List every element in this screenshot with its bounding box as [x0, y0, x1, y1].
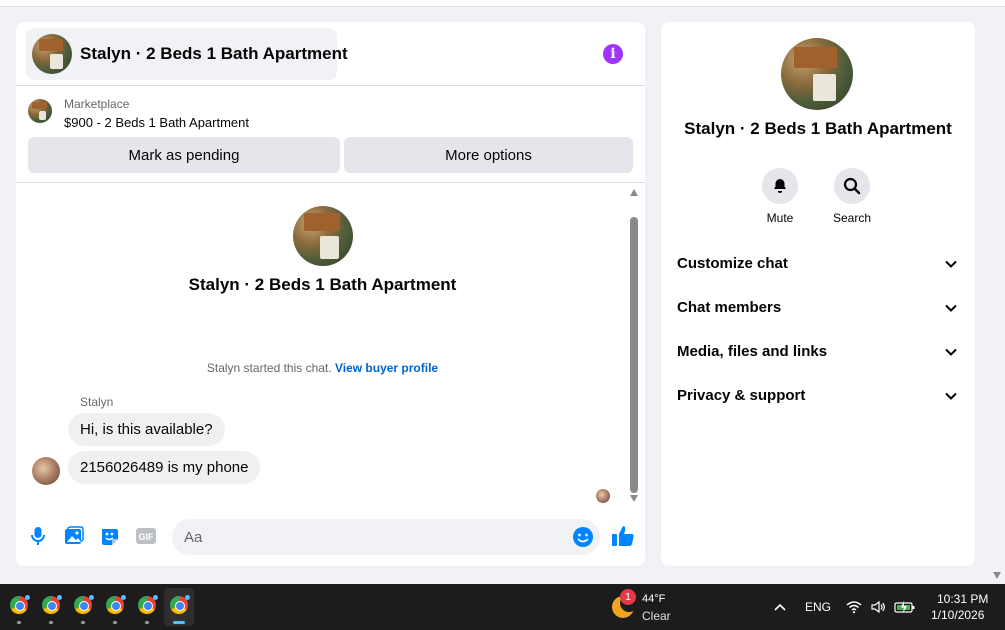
menu-chat-members[interactable]: Chat members: [661, 285, 975, 329]
windows-taskbar: 1 44°F Clear ENG 10:31 PM 1/10/2026: [0, 584, 1005, 630]
search-label: Search: [832, 211, 872, 225]
taskbar-chrome-app[interactable]: [4, 588, 34, 626]
weather-badge: 1: [620, 589, 636, 605]
sender-avatar[interactable]: [32, 457, 60, 485]
running-indicator: [173, 621, 185, 624]
chat-details-panel: Stalyn · 2 Beds 1 Bath Apartment Mute Se…: [661, 22, 975, 566]
more-options-button[interactable]: More options: [344, 137, 633, 173]
intro-title: Stalyn · 2 Beds 1 Bath Apartment: [188, 275, 457, 294]
taskbar-chrome-app[interactable]: [100, 588, 130, 626]
chat-title: Stalyn · 2 Beds 1 Bath Apartment: [80, 44, 348, 63]
bell-icon[interactable]: [762, 168, 798, 204]
taskbar-chrome-app-active[interactable]: [164, 588, 194, 626]
clock-date[interactable]: 1/10/2026: [931, 608, 984, 622]
search-icon[interactable]: [834, 168, 870, 204]
battery-charging-icon[interactable]: [894, 599, 916, 615]
running-indicator: [113, 621, 117, 624]
sticker-icon[interactable]: [99, 525, 121, 547]
gif-icon[interactable]: GIF: [135, 525, 157, 547]
started-text: Stalyn started this chat.: [206, 361, 332, 375]
emoji-icon[interactable]: [572, 526, 594, 548]
message-bubble[interactable]: 2156026489 is my phone: [68, 451, 261, 484]
info-icon[interactable]: i: [603, 44, 623, 64]
marketplace-banner: Marketplace $900 - 2 Beds 1 Bath Apartme…: [16, 87, 645, 183]
message-input[interactable]: [172, 519, 552, 555]
scroll-thumb[interactable]: [630, 217, 638, 493]
menu-label: Customize chat: [677, 254, 788, 272]
chevron-up-icon[interactable]: [772, 599, 788, 615]
notification-dot: [153, 595, 158, 600]
weather-condition[interactable]: Clear: [642, 609, 671, 623]
chevron-down-icon: [945, 304, 957, 312]
chat-title-button[interactable]: Stalyn · 2 Beds 1 Bath Apartment: [26, 28, 348, 80]
volume-icon[interactable]: [870, 599, 886, 615]
scroll-up-arrow[interactable]: [630, 189, 638, 196]
chat-started-notice: Stalyn started this chat. View buyer pro…: [16, 361, 629, 375]
microphone-icon[interactable]: [27, 525, 49, 547]
listing-title[interactable]: $900 - 2 Beds 1 Bath Apartment: [64, 115, 249, 130]
notification-dot: [89, 595, 94, 600]
mute-button[interactable]: Mute: [750, 168, 810, 225]
taskbar-chrome-app[interactable]: [36, 588, 66, 626]
running-indicator: [49, 621, 53, 624]
running-indicator: [81, 621, 85, 624]
thumbs-up-icon[interactable]: [611, 524, 635, 548]
page-scroll-down-arrow[interactable]: [993, 572, 1001, 579]
details-title: Stalyn · 2 Beds 1 Bath Apartment: [684, 119, 952, 138]
chat-panel: Stalyn · 2 Beds 1 Bath Apartment i Marke…: [16, 22, 645, 566]
view-buyer-profile-link[interactable]: View buyer profile: [335, 361, 438, 375]
search-button[interactable]: Search: [822, 168, 882, 225]
menu-customize-chat[interactable]: Customize chat: [661, 241, 975, 285]
message-input-box[interactable]: [172, 519, 600, 555]
mute-label: Mute: [766, 211, 794, 225]
chat-header: Stalyn · 2 Beds 1 Bath Apartment i: [16, 22, 645, 86]
clock-time[interactable]: 10:31 PM: [937, 592, 988, 606]
menu-media-files-links[interactable]: Media, files and links: [661, 329, 975, 373]
chevron-down-icon: [945, 392, 957, 400]
taskbar-chrome-app[interactable]: [68, 588, 98, 626]
read-receipt-avatar: [596, 489, 610, 503]
running-indicator: [17, 621, 21, 624]
message-composer: GIF: [16, 512, 645, 562]
sender-name: Stalyn: [80, 395, 114, 409]
browser-top-bar: [0, 0, 1005, 7]
listing-avatar: [32, 34, 72, 74]
details-avatar[interactable]: [781, 38, 853, 110]
message-bubble[interactable]: Hi, is this available?: [68, 413, 225, 446]
notification-dot: [25, 595, 30, 600]
message-list: Stalyn · 2 Beds 1 Bath Apartment Stalyn …: [16, 183, 645, 505]
chevron-down-icon: [945, 348, 957, 356]
message-scrollbar[interactable]: [629, 189, 639, 502]
menu-label: Privacy & support: [677, 386, 806, 404]
mark-as-pending-button[interactable]: Mark as pending: [28, 137, 340, 173]
intro-avatar: [293, 206, 353, 266]
menu-label: Chat members: [677, 298, 782, 316]
language-indicator[interactable]: ENG: [805, 600, 831, 614]
notification-dot: [57, 595, 62, 600]
running-indicator: [145, 621, 149, 624]
listing-thumbnail[interactable]: [28, 99, 52, 123]
scroll-down-arrow[interactable]: [630, 495, 638, 502]
weather-temperature[interactable]: 44°F: [642, 593, 665, 605]
wifi-icon[interactable]: [846, 599, 862, 615]
taskbar-chrome-app[interactable]: [132, 588, 162, 626]
notification-dot: [185, 595, 190, 600]
marketplace-label: Marketplace: [64, 97, 130, 111]
menu-label: Media, files and links: [677, 342, 828, 360]
menu-privacy-support[interactable]: Privacy & support: [661, 373, 975, 417]
svg-text:GIF: GIF: [139, 532, 155, 542]
chevron-down-icon: [945, 260, 957, 268]
photo-icon[interactable]: [63, 525, 85, 547]
notification-dot: [121, 595, 126, 600]
